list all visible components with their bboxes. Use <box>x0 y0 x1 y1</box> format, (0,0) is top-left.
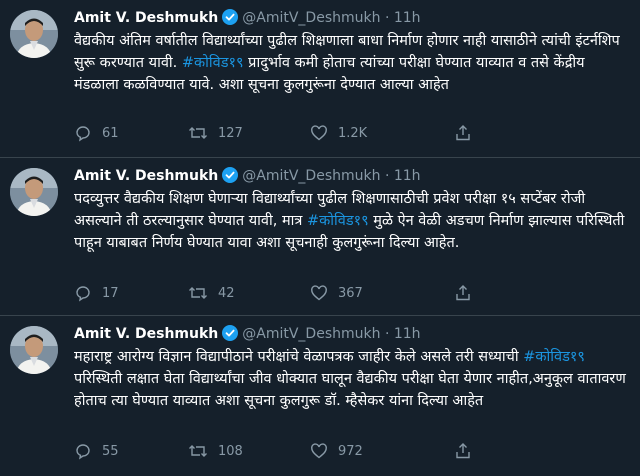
hashtag-link[interactable]: #कोविड१९ <box>307 213 369 229</box>
tweet-actions: 61 127 1.2K <box>74 124 574 144</box>
reply-count: 17 <box>102 285 119 301</box>
share-icon <box>454 442 472 460</box>
tweet-text: महाराष्ट्र आरोग्य विज्ञान विद्यापीठाने प… <box>74 346 630 412</box>
reply-icon <box>74 284 92 302</box>
share-button[interactable] <box>454 284 472 302</box>
tweet[interactable]: Amit V. Deshmukh @AmitV_Deshmukh · 11h वै… <box>0 0 640 158</box>
tweet[interactable]: Amit V. Deshmukh @AmitV_Deshmukh · 11h पद… <box>0 158 640 316</box>
like-button[interactable]: 1.2K <box>310 124 367 142</box>
reply-count: 55 <box>102 443 119 459</box>
author-handle[interactable]: @AmitV_Deshmukh <box>242 168 380 184</box>
reply-count: 61 <box>102 125 119 141</box>
heart-icon <box>310 442 328 460</box>
tweet-actions: 55 108 972 <box>74 442 574 462</box>
tweet[interactable]: Amit V. Deshmukh @AmitV_Deshmukh · 11h मह… <box>0 316 640 476</box>
like-button[interactable]: 972 <box>310 442 363 460</box>
author-handle[interactable]: @AmitV_Deshmukh <box>242 326 380 342</box>
separator-dot: · <box>384 168 390 184</box>
reply-button[interactable]: 55 <box>74 442 119 460</box>
avatar[interactable] <box>10 10 58 58</box>
like-count: 367 <box>338 285 363 301</box>
share-button[interactable] <box>454 442 472 460</box>
retweet-count: 127 <box>218 125 243 141</box>
tweet-header: Amit V. Deshmukh @AmitV_Deshmukh · 11h <box>74 324 421 347</box>
like-count: 972 <box>338 443 363 459</box>
avatar[interactable] <box>10 168 58 216</box>
separator-dot: · <box>384 10 390 26</box>
share-icon <box>454 124 472 142</box>
timestamp[interactable]: 11h <box>394 168 421 184</box>
like-count: 1.2K <box>338 125 368 141</box>
tweet-text-part: परिस्थिती लक्षात घेता विद्यार्थ्यांचा जी… <box>74 371 626 409</box>
retweet-icon <box>188 284 208 302</box>
retweet-button[interactable]: 127 <box>188 124 243 142</box>
author-handle[interactable]: @AmitV_Deshmukh <box>242 10 380 26</box>
tweet-feed: Amit V. Deshmukh @AmitV_Deshmukh · 11h वै… <box>0 0 640 476</box>
share-button[interactable] <box>454 124 472 142</box>
tweet-header: Amit V. Deshmukh @AmitV_Deshmukh · 11h <box>74 166 421 189</box>
reply-button[interactable]: 61 <box>74 124 119 142</box>
tweet-text-part: महाराष्ट्र आरोग्य विज्ञान विद्यापीठाने प… <box>74 349 524 365</box>
heart-icon <box>310 124 328 142</box>
share-icon <box>454 284 472 302</box>
verified-badge-icon <box>222 325 239 347</box>
reply-button[interactable]: 17 <box>74 284 119 302</box>
tweet-text: पदव्युत्तर वैद्यकीय शिक्षण घेणाऱ्या विद्… <box>74 188 630 254</box>
tweet-actions: 17 42 367 <box>74 284 574 304</box>
avatar[interactable] <box>10 326 58 374</box>
retweet-button[interactable]: 108 <box>188 442 243 460</box>
author-name[interactable]: Amit V. Deshmukh <box>74 10 218 26</box>
author-name[interactable]: Amit V. Deshmukh <box>74 168 218 184</box>
verified-badge-icon <box>222 9 239 31</box>
tweet-text: वैद्यकीय अंतिम वर्षातील विद्यार्थ्यांच्य… <box>74 30 630 96</box>
reply-icon <box>74 124 92 142</box>
retweet-icon <box>188 124 208 142</box>
like-button[interactable]: 367 <box>310 284 363 302</box>
retweet-count: 108 <box>218 443 243 459</box>
timestamp[interactable]: 11h <box>394 326 421 342</box>
hashtag-link[interactable]: #कोविड१९ <box>182 55 244 71</box>
retweet-count: 42 <box>218 285 235 301</box>
verified-badge-icon <box>222 167 239 189</box>
author-name[interactable]: Amit V. Deshmukh <box>74 326 218 342</box>
tweet-header: Amit V. Deshmukh @AmitV_Deshmukh · 11h <box>74 8 421 31</box>
timestamp[interactable]: 11h <box>394 10 421 26</box>
reply-icon <box>74 442 92 460</box>
heart-icon <box>310 284 328 302</box>
retweet-button[interactable]: 42 <box>188 284 235 302</box>
hashtag-link[interactable]: #कोविड१९ <box>523 349 585 365</box>
retweet-icon <box>188 442 208 460</box>
separator-dot: · <box>384 326 390 342</box>
